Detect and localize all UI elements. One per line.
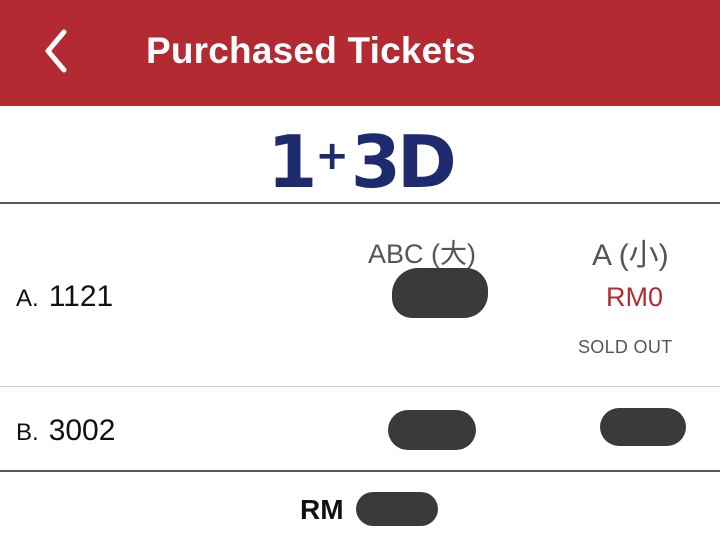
game-logo: 1+3D bbox=[0, 106, 720, 202]
logo-one: 1 bbox=[267, 120, 317, 204]
ticket-row-a: A. 1121 bbox=[16, 280, 113, 314]
logo-plus: + bbox=[315, 133, 349, 179]
redacted-value bbox=[388, 410, 476, 450]
divider bbox=[0, 386, 720, 387]
ticket-number: 3002 bbox=[48, 414, 116, 447]
divider bbox=[0, 202, 720, 204]
ticket-a-price: RM0 bbox=[606, 282, 664, 312]
ticket-number: 1121 bbox=[48, 280, 114, 313]
divider bbox=[0, 470, 720, 472]
redacted-value bbox=[356, 492, 438, 526]
ticket-row-b: B. 3002 bbox=[16, 414, 115, 448]
redacted-value bbox=[600, 408, 686, 446]
back-button[interactable] bbox=[36, 26, 80, 76]
column-header-abc: ABC (大) bbox=[368, 239, 476, 269]
app-header: Purchased Tickets bbox=[0, 0, 720, 106]
redacted-value bbox=[392, 268, 488, 318]
logo-1plus3d: 1+3D bbox=[267, 116, 457, 204]
total-amount-label: RM bbox=[300, 494, 344, 525]
column-header-a: A (小) bbox=[592, 239, 669, 272]
page-title: Purchased Tickets bbox=[146, 30, 476, 71]
ticket-letter: A. bbox=[16, 285, 39, 312]
chevron-left-icon bbox=[45, 29, 67, 73]
ticket-letter: B. bbox=[16, 419, 39, 446]
sold-out-label: SOLD OUT bbox=[578, 337, 673, 357]
logo-3d: 3D bbox=[350, 120, 457, 204]
